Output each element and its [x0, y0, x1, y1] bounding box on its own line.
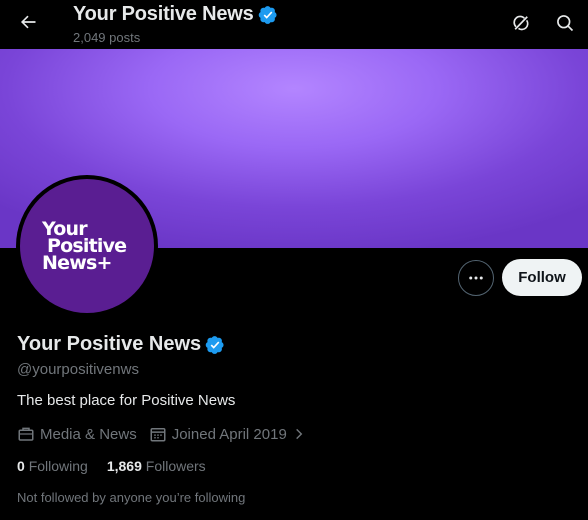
not-followed-notice: Not followed by anyone you’re following	[17, 490, 246, 505]
chevron-right-icon	[295, 428, 303, 440]
more-icon	[469, 276, 483, 280]
followers-label: Followers	[145, 458, 206, 474]
display-name: Your Positive News	[17, 333, 225, 356]
posts-count: 2,049 posts	[73, 30, 141, 45]
back-button[interactable]	[12, 6, 44, 38]
followers-link[interactable]: 1,869 Followers	[107, 458, 206, 474]
logo-line-3: News+	[42, 252, 112, 274]
display-name-text: Your Positive News	[17, 333, 202, 355]
following-label: Following	[28, 458, 88, 474]
follow-button[interactable]: Follow	[502, 259, 582, 296]
verified-badge-icon	[258, 5, 277, 24]
avatar[interactable]: Your Positive News+	[16, 175, 158, 317]
search-icon	[557, 15, 574, 32]
profile-meta: Media & News Joined April 2019	[17, 425, 318, 443]
joined-item[interactable]: Joined April 2019	[149, 425, 306, 443]
category-item: Media & News	[17, 425, 137, 443]
arrow-left-icon	[20, 15, 36, 29]
grok-button[interactable]	[507, 9, 535, 37]
following-link[interactable]: 0 Following	[17, 458, 88, 474]
follow-stats: 0 Following 1,869 Followers	[17, 458, 225, 474]
verified-badge-icon[interactable]	[205, 335, 225, 355]
joined-label: Joined April 2019	[171, 425, 287, 443]
avatar-logo: Your Positive News+	[42, 220, 127, 274]
more-button[interactable]	[458, 260, 494, 296]
followers-count: 1,869	[106, 458, 142, 474]
profile-bio: The best place for Positive News	[17, 392, 236, 409]
following-count: 0	[17, 458, 25, 474]
category-label: Media & News	[40, 425, 137, 443]
user-handle: @yourpositivenws	[17, 361, 139, 378]
header-title: Your Positive News	[73, 3, 278, 26]
profile-header: Your Positive News 2,049 posts	[0, 0, 588, 48]
header-title-text: Your Positive News	[73, 3, 254, 25]
briefcase-icon	[18, 427, 34, 441]
calendar-icon	[150, 428, 166, 442]
grok-icon	[513, 15, 529, 31]
search-button[interactable]	[551, 9, 579, 37]
avatar-image: Your Positive News+	[20, 179, 154, 313]
